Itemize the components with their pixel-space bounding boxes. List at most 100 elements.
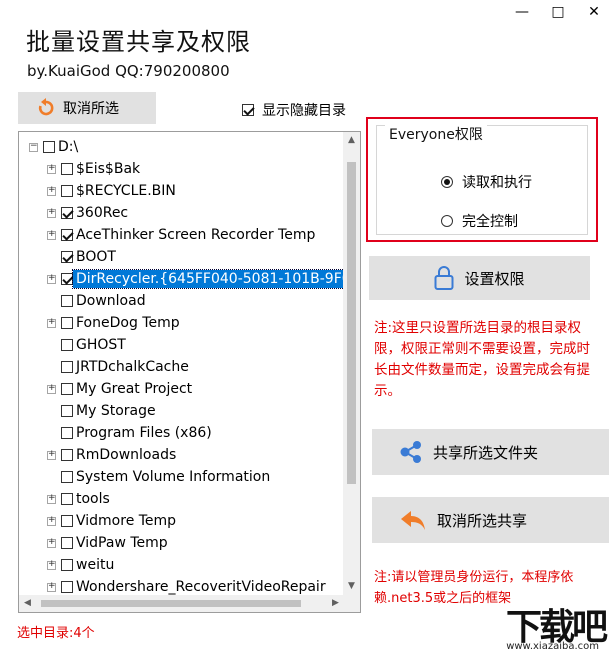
tree-root-row[interactable]: D:\: [19, 136, 344, 158]
tree-row-checkbox[interactable]: [61, 471, 73, 483]
minimize-button[interactable]: —: [515, 4, 529, 20]
tree-row[interactable]: 360Rec: [19, 202, 344, 224]
cancel-share-label: 取消所选共享: [437, 511, 528, 530]
tree-row-checkbox[interactable]: [61, 163, 73, 175]
scroll-left-icon[interactable]: ◀: [19, 595, 36, 612]
close-button[interactable]: ✕: [587, 4, 601, 20]
tree-row[interactable]: RmDownloads: [19, 444, 344, 466]
window-controls: — □ ✕: [515, 4, 601, 20]
undo-icon: [38, 98, 54, 116]
read-execute-radio-dot[interactable]: [441, 176, 453, 188]
app-subtitle: by.KuaiGod QQ:790200800: [27, 62, 230, 80]
tree-row-label: JRTDchalkCache: [76, 359, 189, 375]
tree-vertical-scroll-thumb[interactable]: [347, 162, 356, 484]
tree-row[interactable]: BOOT: [19, 246, 344, 268]
tree-row-checkbox[interactable]: [61, 515, 73, 527]
app-title: 批量设置共享及权限: [26, 28, 251, 56]
full-control-radio[interactable]: 完全控制: [441, 211, 518, 231]
expand-icon[interactable]: [47, 450, 56, 460]
show-hidden-checkbox[interactable]: 显示隐藏目录: [242, 100, 346, 120]
tree-row[interactable]: JRTDchalkCache: [19, 356, 344, 378]
tree-row-checkbox[interactable]: [61, 449, 73, 461]
tree-row-checkbox[interactable]: [61, 581, 73, 593]
tree-row-label: FoneDog Temp: [76, 315, 180, 331]
tree-row[interactable]: weitu: [19, 554, 344, 576]
tree-row[interactable]: My Great Project: [19, 378, 344, 400]
folder-tree-rows: D:\ $Eis$Bak $RECYCLE.BIN 360Rec AceThinker …: [19, 136, 360, 598]
share-selected-label: 共享所选文件夹: [433, 443, 539, 462]
full-control-label: 完全控制: [462, 214, 518, 230]
tree-row-checkbox[interactable]: [61, 559, 73, 571]
tree-row-label: BOOT: [76, 249, 116, 265]
tree-horizontal-scrollbar[interactable]: ◀ ▶: [19, 595, 344, 612]
tree-row-label: tools: [76, 491, 110, 507]
expand-icon[interactable]: [47, 208, 56, 218]
share-selected-button[interactable]: 共享所选文件夹: [372, 429, 609, 475]
tree-row-checkbox[interactable]: [61, 317, 73, 329]
tree-row[interactable]: Vidmore Temp: [19, 510, 344, 532]
selected-count-status: 选中目录:4个: [17, 626, 95, 641]
tree-row[interactable]: $Eis$Bak: [19, 158, 344, 180]
tree-row-checkbox[interactable]: [61, 493, 73, 505]
set-permission-button[interactable]: 设置权限: [369, 256, 590, 300]
tree-row[interactable]: AceThinker Screen Recorder Temp: [19, 224, 344, 246]
tree-row-checkbox[interactable]: [61, 273, 73, 285]
tree-row-label: weitu: [76, 557, 115, 573]
tree-row-checkbox[interactable]: [61, 361, 73, 373]
tree-row-checkbox[interactable]: [61, 405, 73, 417]
tree-row-label: AceThinker Screen Recorder Temp: [76, 227, 316, 243]
tree-row-checkbox[interactable]: [61, 251, 73, 263]
tree-row-label: Wondershare_RecoveritVideoRepair: [76, 579, 326, 595]
expand-icon[interactable]: [47, 560, 56, 570]
tree-row[interactable]: Program Files (x86): [19, 422, 344, 444]
tree-row-checkbox[interactable]: [61, 537, 73, 549]
tree-row-checkbox[interactable]: [61, 295, 73, 307]
expand-icon[interactable]: [47, 494, 56, 504]
tree-row-checkbox[interactable]: [61, 427, 73, 439]
tree-horizontal-scroll-thumb[interactable]: [41, 600, 301, 607]
expand-icon[interactable]: [47, 318, 56, 328]
tree-row-label: Download: [76, 293, 146, 309]
tree-row[interactable]: tools: [19, 488, 344, 510]
expand-icon[interactable]: [47, 582, 56, 592]
site-watermark: 下载吧 www.xiazaiba.com: [471, 598, 609, 652]
tree-row[interactable]: System Volume Information: [19, 466, 344, 488]
expand-icon[interactable]: [47, 186, 56, 196]
tree-row-label: $Eis$Bak: [76, 161, 141, 177]
scroll-up-icon[interactable]: ▲: [343, 132, 360, 149]
tree-row[interactable]: DirRecycler.{645FF040-5081-101B-9F08-: [19, 268, 360, 290]
folder-tree[interactable]: D:\ $Eis$Bak $RECYCLE.BIN 360Rec AceThinker …: [18, 131, 361, 613]
cancel-share-button[interactable]: 取消所选共享: [372, 497, 609, 543]
tree-root-checkbox[interactable]: [43, 141, 55, 153]
expand-icon[interactable]: [47, 516, 56, 526]
expand-icon[interactable]: [47, 230, 56, 240]
tree-row-checkbox[interactable]: [61, 229, 73, 241]
tree-row[interactable]: VidPaw Temp: [19, 532, 344, 554]
tree-row[interactable]: $RECYCLE.BIN: [19, 180, 344, 202]
full-control-radio-dot[interactable]: [441, 215, 453, 227]
expand-icon[interactable]: [47, 384, 56, 394]
tree-row[interactable]: Download: [19, 290, 344, 312]
expand-icon[interactable]: [47, 274, 56, 284]
expand-icon[interactable]: [47, 538, 56, 548]
maximize-button[interactable]: □: [551, 4, 565, 20]
tree-row[interactable]: My Storage: [19, 400, 344, 422]
expand-icon[interactable]: [47, 164, 56, 174]
read-execute-radio[interactable]: 读取和执行: [441, 172, 532, 192]
tree-row[interactable]: FoneDog Temp: [19, 312, 344, 334]
show-hidden-check-icon[interactable]: [242, 104, 254, 116]
permission-note: 注:这里只设置所选目录的根目录权限，权限正常则不需要设置，完成时长由文件数量而定…: [374, 320, 590, 399]
scroll-right-icon[interactable]: ▶: [327, 595, 344, 612]
scroll-down-icon[interactable]: ▼: [343, 578, 360, 595]
scrollbar-corner: [343, 595, 360, 612]
tree-row-checkbox[interactable]: [61, 207, 73, 219]
collapse-icon[interactable]: [29, 142, 38, 152]
set-permission-label: 设置权限: [464, 269, 525, 288]
tree-row-checkbox[interactable]: [61, 185, 73, 197]
tree-vertical-scrollbar[interactable]: ▲ ▼: [343, 132, 360, 612]
tree-row-checkbox[interactable]: [61, 383, 73, 395]
tree-row[interactable]: GHOST: [19, 334, 344, 356]
cancel-selection-button[interactable]: 取消所选: [18, 92, 156, 124]
tree-row-checkbox[interactable]: [61, 339, 73, 351]
tree-row-label: Program Files (x86): [76, 425, 212, 441]
